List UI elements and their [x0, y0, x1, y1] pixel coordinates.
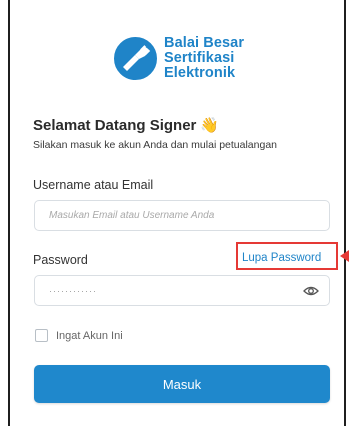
brand-line-2: Sertifikasi: [164, 50, 235, 66]
username-label: Username atau Email: [33, 178, 154, 192]
eye-icon[interactable]: [303, 284, 319, 298]
brand-line-1: Balai Besar: [164, 35, 245, 51]
welcome-heading: Selamat Datang Signer 👋: [33, 116, 219, 134]
password-label: Password: [33, 253, 88, 267]
welcome-subtitle: Silakan masuk ke akun Anda dan mulai pet…: [33, 139, 278, 151]
brand-logo: Balai Besar Sertifikasi Elektronik: [113, 36, 244, 81]
welcome-title: Selamat Datang Signer: [33, 117, 197, 134]
wave-hand-icon: 👋: [200, 117, 220, 134]
remember-checkbox[interactable]: [35, 329, 48, 342]
username-placeholder: Masukan Email atau Username Anda: [49, 210, 215, 221]
remember-me[interactable]: Ingat Akun Ini: [35, 329, 123, 342]
forgot-password-link[interactable]: Lupa Password: [242, 252, 321, 264]
pointer-arrow-icon: [340, 250, 349, 262]
password-masked-value: ············: [49, 285, 97, 296]
brand-line-3: Elektronik: [164, 65, 236, 81]
username-input[interactable]: Masukan Email atau Username Anda: [34, 200, 330, 231]
brand-name: Balai Besar Sertifikasi Elektronik: [164, 36, 244, 81]
remember-label: Ingat Akun Ini: [56, 329, 123, 342]
login-button[interactable]: Masuk: [34, 365, 330, 403]
password-input[interactable]: ············: [34, 275, 330, 306]
bbsre-logo-icon: [114, 37, 157, 80]
